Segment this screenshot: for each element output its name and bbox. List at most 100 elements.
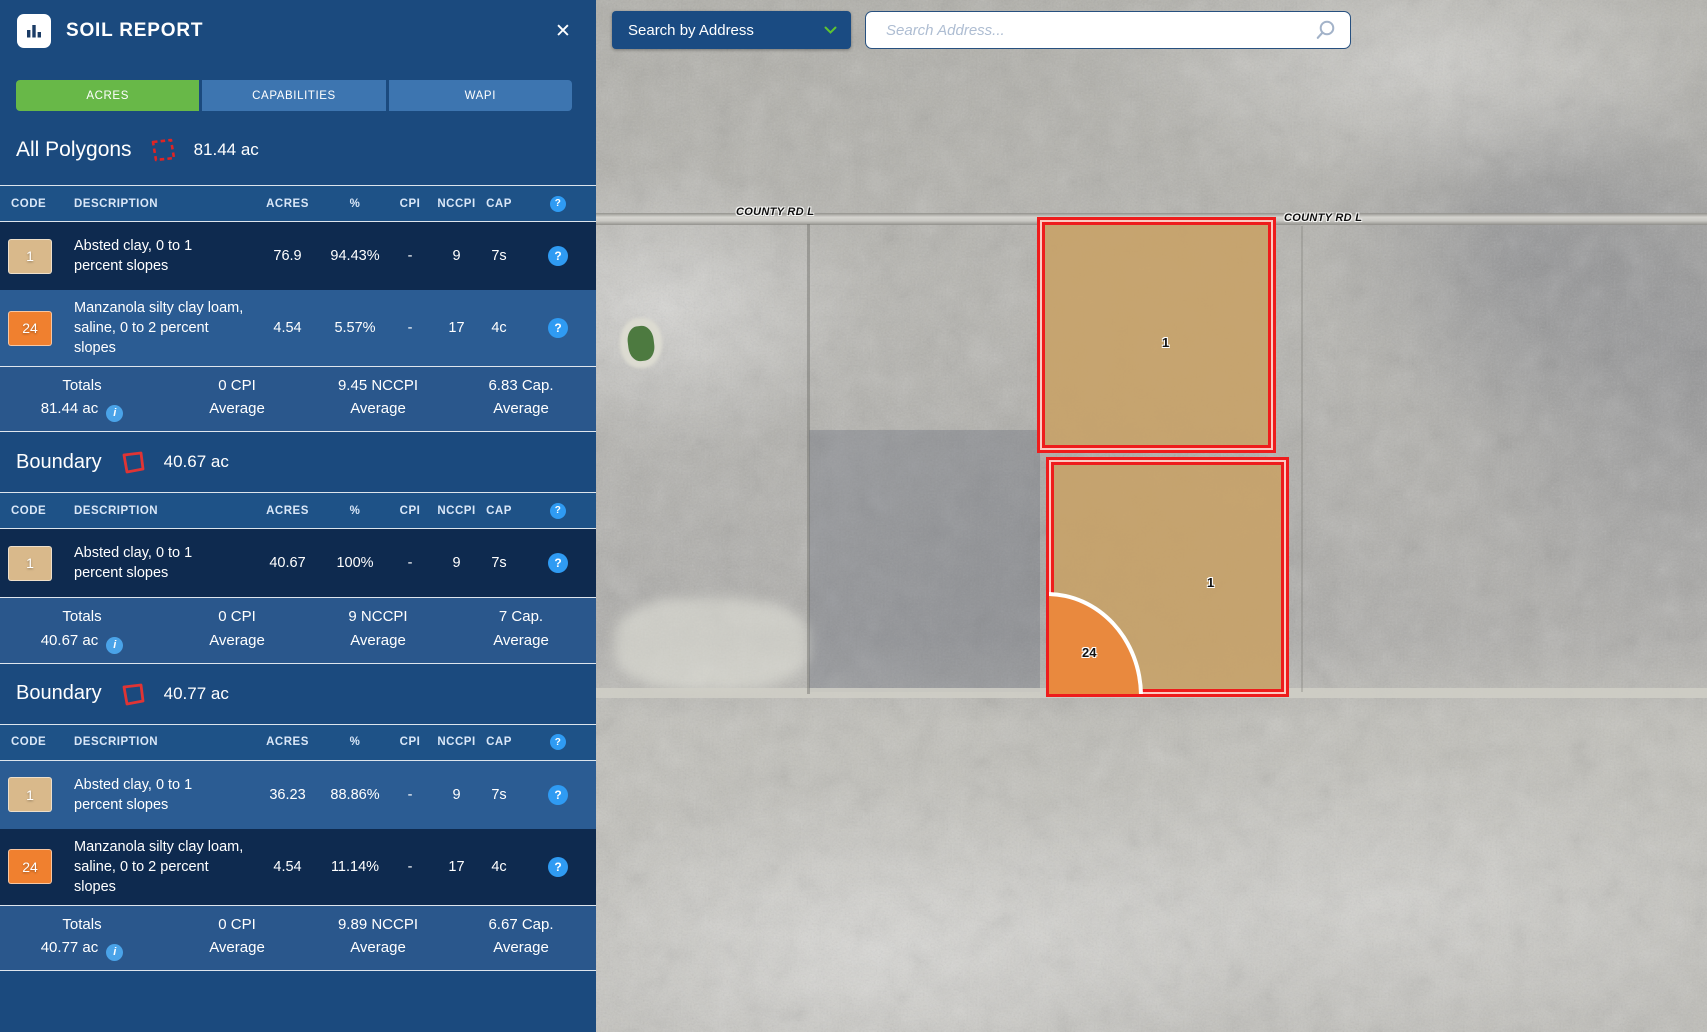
column-header-description: DESCRIPTION — [70, 736, 250, 748]
cap-help-icon[interactable] — [550, 503, 566, 519]
totals-label: Totals — [0, 374, 164, 397]
soil-row[interactable]: 1 Absted clay, 0 to 1 percent slopes 40.… — [0, 529, 596, 597]
search-icon[interactable] — [1313, 18, 1338, 43]
totals-cap: 6.67 Cap. — [446, 913, 596, 936]
search-type-dropdown[interactable]: Search by Address — [612, 11, 851, 49]
boundary-acres: 40.67 ac — [164, 452, 229, 472]
soil-area-24 — [1047, 592, 1143, 696]
totals-label: Totals — [0, 913, 164, 936]
field-boundary-line — [807, 224, 810, 694]
boundary-acres: 40.77 ac — [164, 684, 229, 704]
cell-acres: 4.54 — [250, 320, 325, 336]
column-header-nccpi: NCCPI — [435, 505, 478, 517]
close-icon[interactable] — [550, 18, 576, 44]
all-polygons-title: All Polygons — [16, 138, 132, 162]
polygon-icon — [118, 681, 148, 707]
cell-cpi: - — [385, 859, 435, 875]
cell-cpi: - — [385, 248, 435, 264]
column-header-pct: % — [325, 505, 385, 517]
tab-bar: ACRES CAPABILITIES WAPI — [16, 80, 572, 111]
tab-capabilities[interactable]: CAPABILITIES — [202, 80, 385, 111]
parcel-boundary-top[interactable] — [1037, 217, 1276, 453]
average-label: Average — [164, 629, 310, 652]
cap-help-icon[interactable] — [550, 734, 566, 750]
average-label: Average — [310, 397, 446, 420]
address-search-bar — [865, 11, 1351, 49]
help-icon[interactable] — [548, 553, 568, 573]
light-field-patch — [614, 598, 809, 690]
totals-cap: 6.83 Cap. — [446, 374, 596, 397]
soil-row[interactable]: 24 Manzanola silty clay loam, saline, 0 … — [0, 290, 596, 366]
soil-code-badge: 1 — [8, 239, 52, 274]
column-header-pct: % — [325, 198, 385, 210]
boundary-title: Boundary — [16, 682, 102, 705]
cell-acres: 40.67 — [250, 555, 325, 571]
soil-row[interactable]: 1 Absted clay, 0 to 1 percent slopes 36.… — [0, 761, 596, 829]
average-label: Average — [446, 397, 596, 420]
cell-cap: 7s — [478, 555, 520, 571]
cell-nccpi: 9 — [435, 787, 478, 803]
cell-cap: 4c — [478, 320, 520, 336]
totals-nccpi: 9.89 NCCPI — [310, 913, 446, 936]
column-header-code: CODE — [0, 736, 70, 748]
parcel-label: 1 — [1207, 575, 1214, 590]
totals-cpi: 0 CPI — [164, 605, 310, 628]
boundary-header: Boundary 40.67 ac — [0, 432, 596, 492]
info-icon[interactable] — [106, 944, 123, 961]
cell-acres: 4.54 — [250, 859, 325, 875]
page-title: SOIL REPORT — [66, 20, 203, 42]
help-icon[interactable] — [548, 318, 568, 338]
column-header-code: CODE — [0, 505, 70, 517]
cap-help-icon[interactable] — [550, 196, 566, 212]
cell-cap: 4c — [478, 859, 520, 875]
cell-pct: 5.57% — [325, 320, 385, 336]
tab-acres[interactable]: ACRES — [16, 80, 199, 111]
cell-description: Absted clay, 0 to 1 percent slopes — [70, 543, 250, 583]
totals-acres: 81.44 ac — [41, 400, 99, 417]
totals-label: Totals — [0, 605, 164, 628]
search-input[interactable] — [884, 21, 1313, 40]
parcel-label: 24 — [1082, 645, 1096, 660]
soil-row[interactable]: 24 Manzanola silty clay loam, saline, 0 … — [0, 829, 596, 905]
tab-wapi[interactable]: WAPI — [389, 80, 572, 111]
polygon-icon — [118, 449, 148, 475]
soil-code-badge: 1 — [8, 546, 52, 581]
info-icon[interactable] — [106, 405, 123, 422]
chevron-down-icon — [824, 26, 837, 35]
field-boundary-line — [1301, 226, 1303, 692]
cell-cap: 7s — [478, 248, 520, 264]
map-canvas[interactable]: COUNTY RD L COUNTY RD L 1 1 24 Search by… — [596, 0, 1707, 1032]
table-header: CODE DESCRIPTION ACRES % CPI NCCPI CAP — [0, 492, 596, 529]
all-polygons-acres: 81.44 ac — [194, 140, 259, 160]
parcel-label: 1 — [1162, 335, 1169, 350]
road-label: COUNTY RD L — [736, 206, 814, 218]
column-header-acres: ACRES — [250, 505, 325, 517]
boundary-title: Boundary — [16, 451, 102, 474]
soil-report-app: COUNTY RD L COUNTY RD L 1 1 24 Search by… — [0, 0, 1707, 1032]
help-icon[interactable] — [548, 246, 568, 266]
sidebar: SOIL REPORT ACRES CAPABILITIES WAPI All … — [0, 0, 596, 1032]
column-header-acres: ACRES — [250, 736, 325, 748]
totals-acres: 40.67 ac — [41, 632, 99, 649]
average-label: Average — [446, 629, 596, 652]
average-label: Average — [164, 397, 310, 420]
help-icon[interactable] — [548, 785, 568, 805]
cell-acres: 36.23 — [250, 787, 325, 803]
parcel-boundary-bottom[interactable] — [1046, 457, 1289, 697]
all-polygons-header: All Polygons 81.44 ac — [0, 111, 596, 185]
totals-acres: 40.77 ac — [41, 939, 99, 956]
info-icon[interactable] — [106, 637, 123, 654]
soil-row[interactable]: 1 Absted clay, 0 to 1 percent slopes 76.… — [0, 222, 596, 290]
road-label: COUNTY RD L — [1284, 212, 1362, 224]
cell-pct: 94.43% — [325, 248, 385, 264]
cell-cpi: - — [385, 320, 435, 336]
cell-acres: 76.9 — [250, 248, 325, 264]
column-header-cap: CAP — [478, 198, 520, 210]
cell-description: Manzanola silty clay loam, saline, 0 to … — [70, 837, 250, 897]
cell-cpi: - — [385, 555, 435, 571]
table-header: CODE DESCRIPTION ACRES % CPI NCCPI CAP — [0, 185, 596, 222]
cell-nccpi: 17 — [435, 320, 478, 336]
totals-cpi: 0 CPI — [164, 913, 310, 936]
cell-cap: 7s — [478, 787, 520, 803]
help-icon[interactable] — [548, 857, 568, 877]
